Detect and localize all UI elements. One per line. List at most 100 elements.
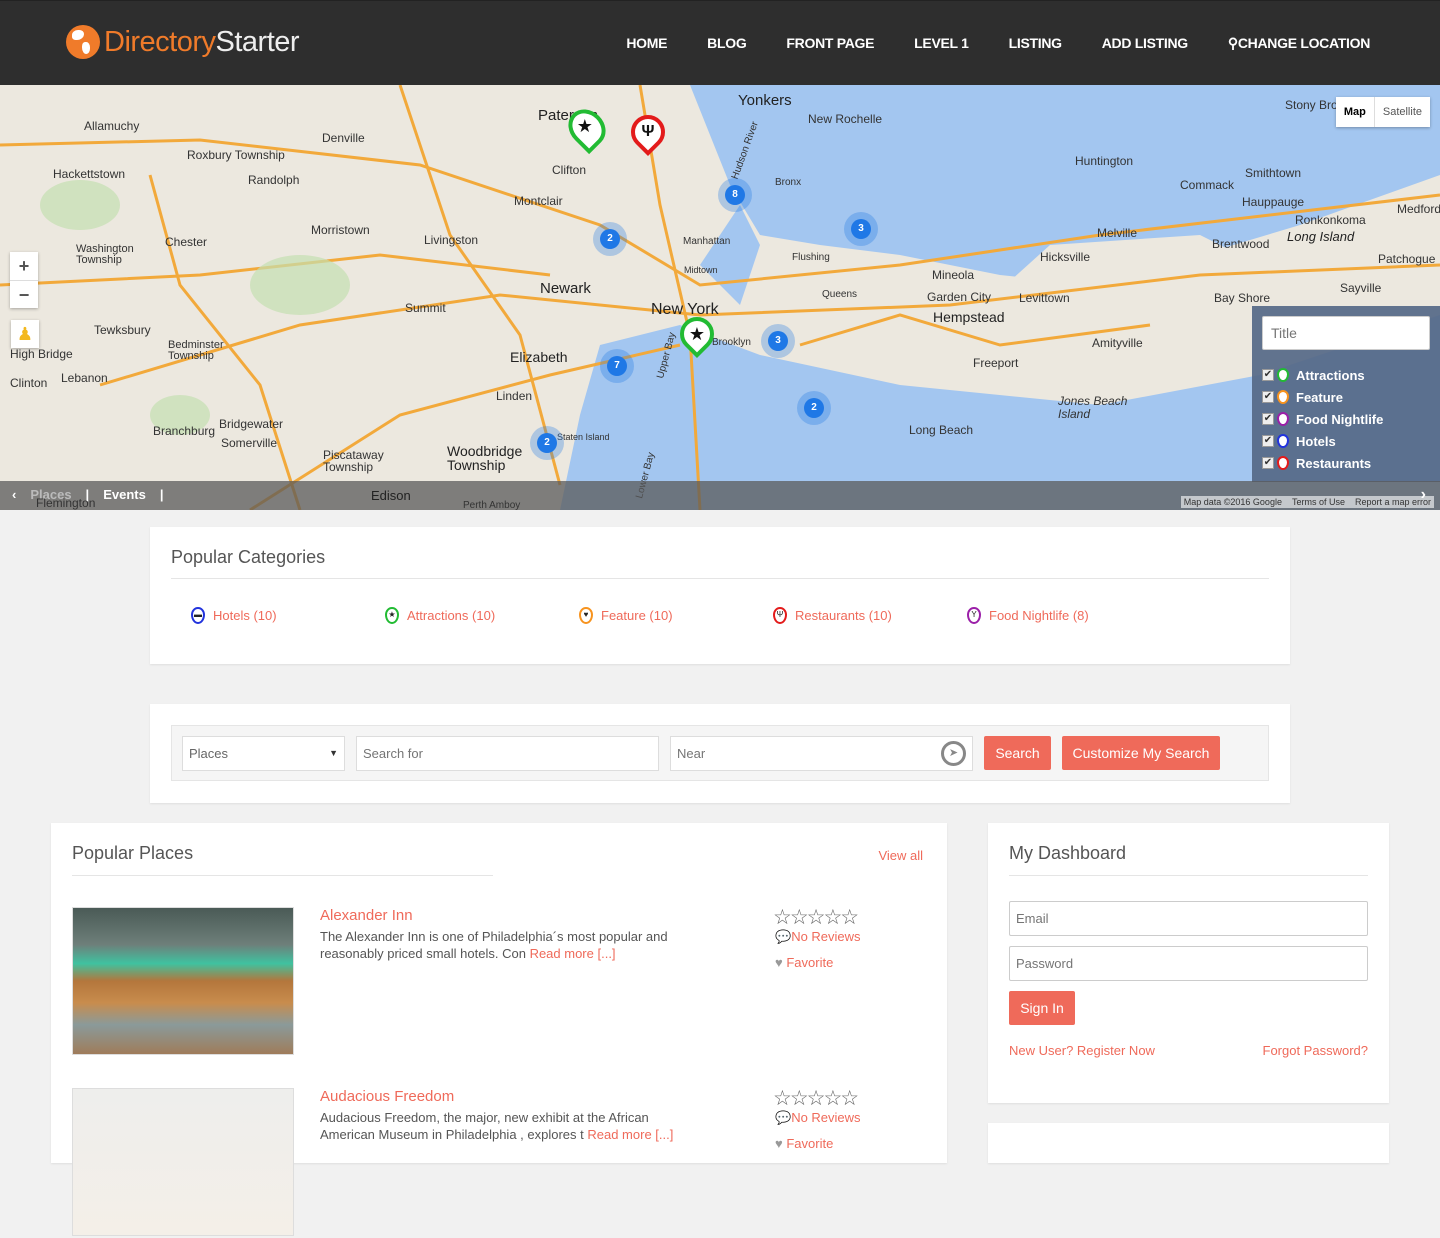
- heart-icon: ♥: [775, 1136, 783, 1151]
- nav-front-page[interactable]: FRONT PAGE: [786, 35, 874, 52]
- cluster-marker[interactable]: 2: [530, 426, 564, 460]
- place-title[interactable]: Audacious Freedom: [320, 1088, 454, 1105]
- cluster-marker[interactable]: 8: [718, 178, 752, 212]
- view-all-link[interactable]: View all: [878, 848, 923, 863]
- sign-in-button[interactable]: Sign In: [1009, 991, 1075, 1025]
- place-thumbnail[interactable]: [72, 1088, 294, 1236]
- list-item: Audacious Freedom Audacious Freedom, the…: [72, 1086, 932, 1238]
- divider: [72, 875, 493, 876]
- cluster-count: 3: [768, 331, 788, 351]
- rating-stars[interactable]: ☆☆☆☆☆: [773, 1086, 859, 1111]
- map-type-satellite[interactable]: Satellite: [1375, 97, 1430, 127]
- street-view-pegman-icon[interactable]: ♟: [11, 320, 39, 348]
- section-title: Popular Places: [72, 843, 194, 863]
- place-thumbnail[interactable]: [72, 907, 294, 1055]
- map-type-control: Map Satellite: [1335, 97, 1430, 127]
- read-more-link[interactable]: Read more [...]: [587, 1127, 673, 1142]
- cluster-count: 3: [851, 219, 871, 239]
- nav-home[interactable]: HOME: [626, 35, 667, 52]
- filter-attractions[interactable]: ✔ Attractions: [1262, 364, 1383, 386]
- divider: [171, 578, 1269, 579]
- cluster-count: 8: [725, 185, 745, 205]
- checkbox[interactable]: ✔: [1262, 435, 1274, 447]
- filter-hotels[interactable]: ✔ Hotels: [1262, 430, 1383, 452]
- my-dashboard: My Dashboard Sign In New User? Register …: [988, 823, 1389, 1103]
- tab-events[interactable]: Events: [103, 487, 146, 502]
- terms-link[interactable]: Terms of Use: [1292, 497, 1345, 507]
- forgot-password-link[interactable]: Forgot Password?: [1263, 1043, 1369, 1058]
- filter-feature[interactable]: ✔ Feature: [1262, 386, 1383, 408]
- report-error-link[interactable]: Report a map error: [1355, 497, 1431, 507]
- category-restaurants[interactable]: Ψ Restaurants (10): [773, 607, 967, 624]
- cluster-marker[interactable]: 2: [797, 391, 831, 425]
- category-attractions[interactable]: ★ Attractions (10): [385, 607, 579, 624]
- chevron-left-icon[interactable]: ‹: [12, 487, 16, 502]
- category-feature[interactable]: ♥ Feature (10): [579, 607, 773, 624]
- map-bottom-bar: ‹ Places | Events | › Map data ©2016 Googl…: [0, 481, 1440, 510]
- category-food-nightlife[interactable]: Y Food Nightlife (8): [967, 607, 1161, 624]
- nav-level-1[interactable]: LEVEL 1: [914, 35, 969, 52]
- cluster-marker[interactable]: 2: [593, 222, 627, 256]
- globe-icon: [66, 25, 100, 59]
- popular-categories: Popular Categories ▬ Hotels (10) ★ Attract…: [150, 527, 1290, 664]
- cluster-count: 2: [804, 398, 824, 418]
- sidebar-widget: [988, 1123, 1389, 1163]
- nav-add-listing[interactable]: ADD LISTING: [1102, 35, 1188, 52]
- comments-icon: 💬: [775, 1110, 792, 1125]
- title-filter-input[interactable]: [1262, 316, 1430, 350]
- food-nightlife-pin-icon: [1277, 412, 1289, 426]
- favorite-button[interactable]: ♥ Favorite: [775, 1136, 833, 1151]
- type-select[interactable]: Places ▼: [182, 736, 345, 771]
- nav-listing[interactable]: LISTING: [1009, 35, 1062, 52]
- list-item: Alexander Inn The Alexander Inn is one o…: [72, 905, 932, 1057]
- fork-knife-icon: Ψ: [773, 607, 787, 624]
- star-icon: ★: [576, 115, 593, 136]
- heart-icon: ♥: [775, 955, 783, 970]
- favorite-button[interactable]: ♥ Favorite: [775, 955, 833, 970]
- cluster-count: 7: [607, 356, 627, 376]
- cluster-count: 2: [537, 433, 557, 453]
- checkbox[interactable]: ✔: [1262, 391, 1274, 403]
- section-title: Popular Categories: [171, 547, 326, 567]
- bed-icon: ▬: [191, 607, 205, 624]
- caret-down-icon: ▼: [329, 748, 338, 758]
- fork-knife-icon: Ψ: [641, 123, 655, 140]
- zoom-control: + −: [10, 252, 38, 308]
- search-for-input[interactable]: [356, 736, 659, 771]
- password-field[interactable]: [1009, 946, 1368, 981]
- cluster-marker[interactable]: 7: [600, 349, 634, 383]
- header: DirectoryStarter HOME BLOG FRONT PAGE LE…: [0, 0, 1440, 85]
- place-title[interactable]: Alexander Inn: [320, 907, 413, 924]
- zoom-out-button[interactable]: −: [10, 280, 38, 308]
- map[interactable]: Allamuchy Denville Paterson Yonkers New …: [0, 85, 1440, 510]
- star-icon: ★: [688, 324, 706, 344]
- register-link[interactable]: New User? Register Now: [1009, 1043, 1155, 1058]
- section-title: My Dashboard: [1009, 843, 1127, 863]
- read-more-link[interactable]: Read more [...]: [530, 946, 616, 961]
- search-button[interactable]: Search: [984, 736, 1051, 770]
- filter-food-nightlife[interactable]: ✔ Food Nightlife: [1262, 408, 1383, 430]
- reviews-link[interactable]: 💬No Reviews: [775, 929, 861, 945]
- map-marker-icon: ⚲: [1227, 35, 1238, 51]
- near-input[interactable]: [670, 736, 973, 771]
- logo[interactable]: DirectoryStarter: [66, 25, 300, 59]
- nav-change-location[interactable]: ⚲CHANGE LOCATION: [1228, 35, 1370, 52]
- category-hotels[interactable]: ▬ Hotels (10): [191, 607, 385, 624]
- zoom-in-button[interactable]: +: [10, 252, 38, 280]
- checkbox[interactable]: ✔: [1262, 457, 1274, 469]
- checkbox[interactable]: ✔: [1262, 413, 1274, 425]
- email-field[interactable]: [1009, 901, 1368, 936]
- search-panel: Places▼ ➤ Search Customize My Search: [150, 704, 1290, 803]
- locate-me-icon[interactable]: ➤: [941, 741, 966, 766]
- cluster-marker[interactable]: 3: [761, 324, 795, 358]
- checkbox[interactable]: ✔: [1262, 369, 1274, 381]
- map-type-map[interactable]: Map: [1336, 97, 1375, 127]
- nav-blog[interactable]: BLOG: [707, 35, 747, 52]
- place-description: Audacious Freedom, the major, new exhibi…: [320, 1110, 674, 1142]
- cluster-marker[interactable]: 3: [844, 212, 878, 246]
- rating-stars[interactable]: ☆☆☆☆☆: [773, 905, 859, 930]
- cluster-count: 2: [600, 229, 620, 249]
- customize-search-button[interactable]: Customize My Search: [1062, 736, 1220, 770]
- filter-restaurants[interactable]: ✔ Restaurants: [1262, 452, 1383, 474]
- reviews-link[interactable]: 💬No Reviews: [775, 1110, 861, 1126]
